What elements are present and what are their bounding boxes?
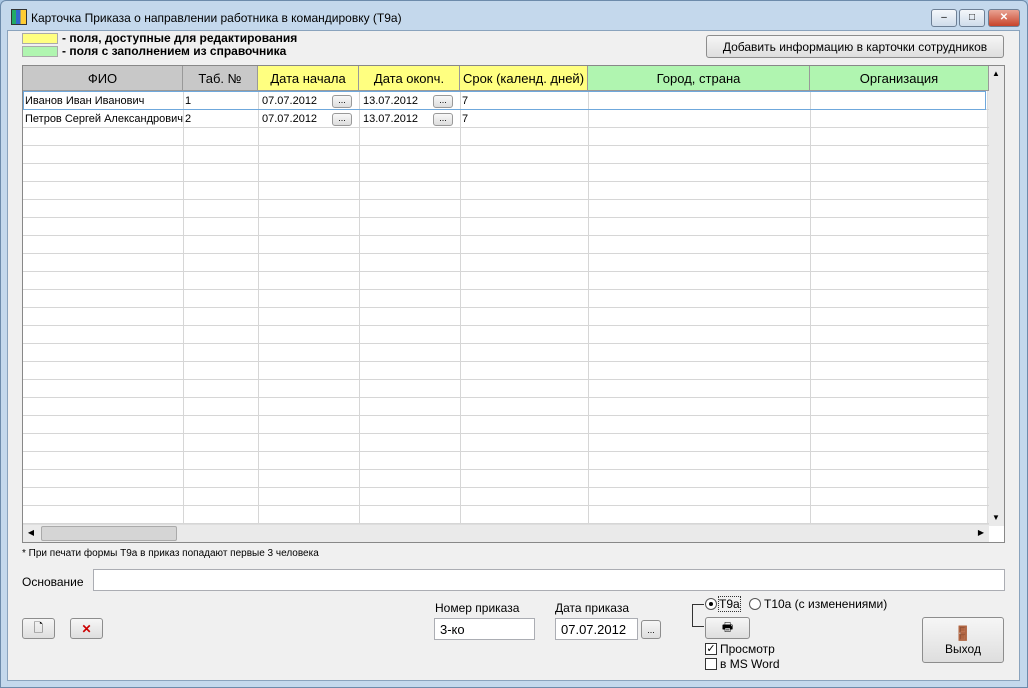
grid-line xyxy=(23,487,989,488)
print-button[interactable]: 🖶 xyxy=(705,617,750,639)
radio-t9a[interactable] xyxy=(705,598,717,610)
table-cell-fio[interactable]: Петров Сергей Александрович xyxy=(23,110,183,128)
column-header[interactable]: Дата окonч. xyxy=(359,66,460,91)
new-button[interactable]: 🗋 xyxy=(22,618,55,639)
grid-line xyxy=(23,145,989,146)
date-picker-button[interactable]: ... xyxy=(332,95,352,108)
grid-line xyxy=(23,253,989,254)
order-date-input[interactable]: 07.07.2012 xyxy=(555,618,638,640)
maximize-button[interactable]: □ xyxy=(959,9,985,27)
employees-table: ▲ ▼ ◀ ▶ ФИО Таб. № Дата начала Дата окonч. С… xyxy=(22,65,1005,543)
scroll-right-icon[interactable]: ▶ xyxy=(973,525,989,541)
radio-t10a-label[interactable]: Т10а (с изменениями) xyxy=(764,597,887,611)
legend-editable: - поля, доступные для редактирования xyxy=(62,31,298,45)
delete-icon: ✕ xyxy=(81,621,92,636)
grid-line xyxy=(23,379,989,380)
table-cell-org[interactable] xyxy=(810,92,989,110)
grid-line xyxy=(23,325,989,326)
window-title: Карточка Приказа о направлении работника… xyxy=(31,11,402,25)
grid-line xyxy=(23,505,989,506)
radio-dot xyxy=(709,602,713,606)
horizontal-scrollbar[interactable]: ◀ ▶ xyxy=(23,524,989,542)
scroll-down-icon[interactable]: ▼ xyxy=(988,510,1004,526)
grid-line xyxy=(23,343,989,344)
column-header[interactable]: ФИО xyxy=(23,66,183,91)
preview-checkbox[interactable]: ✓ xyxy=(705,643,717,655)
scroll-left-icon[interactable]: ◀ xyxy=(23,525,39,541)
app-icon xyxy=(11,9,27,25)
exit-button[interactable]: 🚪 Выход xyxy=(922,617,1004,663)
scroll-up-icon[interactable]: ▲ xyxy=(988,66,1004,82)
print-note: * При печати формы Т9а в приказ попадают… xyxy=(22,548,319,559)
delete-button[interactable]: ✕ xyxy=(70,618,103,639)
order-number-input[interactable]: 3-ко xyxy=(434,618,535,640)
scroll-thumb[interactable] xyxy=(41,526,177,541)
column-header[interactable]: Организация xyxy=(810,66,989,91)
grid-line xyxy=(23,271,989,272)
grid-line xyxy=(23,307,989,308)
table-cell-city[interactable] xyxy=(588,110,810,128)
new-document-icon: 🗋 xyxy=(33,621,44,635)
grid-line xyxy=(23,451,989,452)
order-date-picker[interactable]: ... xyxy=(641,620,661,639)
basis-label: Основание xyxy=(22,575,84,589)
date-picker-button[interactable]: ... xyxy=(433,95,453,108)
table-cell-days[interactable]: 7 xyxy=(460,92,588,110)
msword-label: в MS Word xyxy=(720,657,780,671)
grid-line xyxy=(23,181,989,182)
add-info-button[interactable]: Добавить информацию в карточки сотрудник… xyxy=(706,35,1004,58)
grid-line xyxy=(23,199,989,200)
exit-door-icon: 🚪 xyxy=(954,624,972,641)
minimize-button[interactable]: – xyxy=(931,9,957,27)
date-picker-button[interactable]: ... xyxy=(332,113,352,126)
column-header[interactable]: Таб. № xyxy=(183,66,258,91)
grid-line xyxy=(23,289,989,290)
column-header[interactable]: Дата начала xyxy=(258,66,359,91)
table-cell-org[interactable] xyxy=(810,110,989,128)
preview-label: Просмотр xyxy=(720,642,775,656)
table-cell-days[interactable]: 7 xyxy=(460,110,588,128)
date-picker-button[interactable]: ... xyxy=(433,113,453,126)
column-header[interactable]: Срок (календ. дней) xyxy=(460,66,588,91)
grid-line xyxy=(23,469,989,470)
legend-reference-swatch xyxy=(22,46,58,57)
msword-checkbox[interactable] xyxy=(705,658,717,670)
exit-label: Выход xyxy=(945,641,981,656)
table-cell-tab[interactable]: 1 xyxy=(183,92,258,110)
legend-editable-swatch xyxy=(22,33,58,44)
grid-line xyxy=(23,163,989,164)
grid-line xyxy=(23,397,989,398)
basis-input[interactable] xyxy=(93,569,1005,591)
column-header[interactable]: Город, страна xyxy=(588,66,810,91)
printer-icon: 🖶 xyxy=(721,620,734,634)
grid-line xyxy=(23,217,989,218)
bracket-line xyxy=(692,604,704,627)
table-cell-tab[interactable]: 2 xyxy=(183,110,258,128)
grid-line xyxy=(23,235,989,236)
grid-line xyxy=(23,415,989,416)
vertical-scrollbar[interactable]: ▲ ▼ xyxy=(987,66,1004,526)
legend-reference: - поля с заполнением из справочника xyxy=(62,44,287,58)
table-cell-fio[interactable]: Иванов Иван Иванович xyxy=(23,92,183,110)
close-button[interactable]: ✕ xyxy=(988,9,1020,27)
grid-line xyxy=(23,523,989,524)
table-cell-city[interactable] xyxy=(588,92,810,110)
order-date-label: Дата приказа xyxy=(555,601,630,615)
grid-line xyxy=(23,361,989,362)
order-number-label: Номер приказа xyxy=(435,601,520,615)
radio-t10a[interactable] xyxy=(749,598,761,610)
radio-t9a-label[interactable]: Т9а xyxy=(718,596,741,612)
grid-line xyxy=(23,433,989,434)
